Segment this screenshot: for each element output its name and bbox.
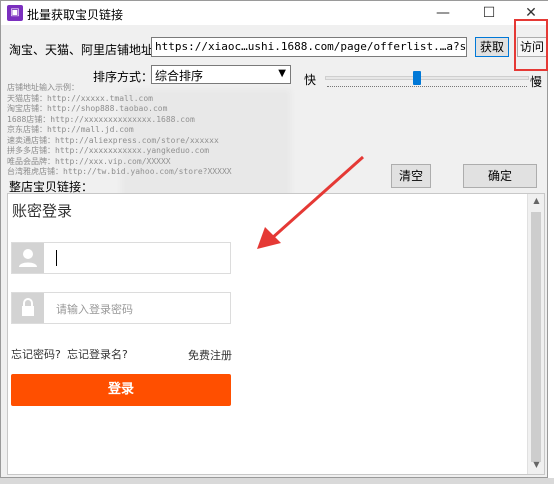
confirm-button[interactable]: 确定 (463, 164, 537, 188)
maximize-button[interactable]: ☐ (473, 1, 505, 25)
sort-selected-value: 综合排序 (155, 69, 204, 83)
app-icon: ▣ (7, 5, 23, 21)
text-caret (56, 250, 57, 266)
chevron-down-icon: ▼ (278, 68, 286, 79)
speed-fast-label: 快 (304, 73, 317, 87)
background-strip (0, 478, 554, 484)
password-placeholder: 请输入登录密码 (56, 303, 133, 316)
fetch-button[interactable]: 获取 (475, 37, 509, 57)
user-icon (12, 243, 44, 273)
forgot-password-link[interactable]: 忘记密码? (11, 346, 61, 362)
minimize-button[interactable]: — (427, 1, 459, 25)
login-button[interactable]: 登录 (11, 374, 231, 406)
webview-scrollbar[interactable]: ▲ ▼ (527, 194, 544, 474)
shop-url-input[interactable]: https://xiaoc…ushi.1688.com/page/offerli… (151, 37, 467, 57)
clear-button[interactable]: 清空 (391, 164, 431, 188)
speed-slider-thumb[interactable] (412, 71, 421, 85)
sort-select[interactable]: 综合排序 ▼ (151, 65, 291, 84)
window-title: 批量获取宝贝链接 (27, 8, 124, 22)
username-field[interactable] (11, 242, 231, 274)
forgot-username-link[interactable]: 忘记登录名? (67, 346, 128, 362)
lock-icon (12, 293, 44, 323)
scroll-up-icon[interactable]: ▲ (528, 196, 544, 208)
register-link[interactable]: 免费注册 (188, 347, 232, 363)
visit-highlight-box (514, 19, 548, 71)
title-bar: ▣ 批量获取宝贝链接 — ☐ ✕ (1, 1, 549, 25)
speed-slow-label: 慢 (530, 75, 543, 89)
annotation-arrow-icon (257, 155, 364, 249)
scrollbar-thumb[interactable] (531, 212, 541, 462)
shop-url-label: 淘宝、天猫、阿里店铺地址： (9, 43, 166, 57)
password-field[interactable]: 请输入登录密码 (11, 292, 231, 324)
scroll-down-icon[interactable]: ▼ (528, 460, 544, 472)
app-window: ▣ 批量获取宝贝链接 — ☐ ✕ 淘宝、天猫、阿里店铺地址： https://x… (0, 0, 549, 478)
speed-slider-ticks (327, 86, 527, 91)
speed-slider-track[interactable] (325, 76, 529, 80)
login-title: 账密登录 (12, 202, 73, 220)
